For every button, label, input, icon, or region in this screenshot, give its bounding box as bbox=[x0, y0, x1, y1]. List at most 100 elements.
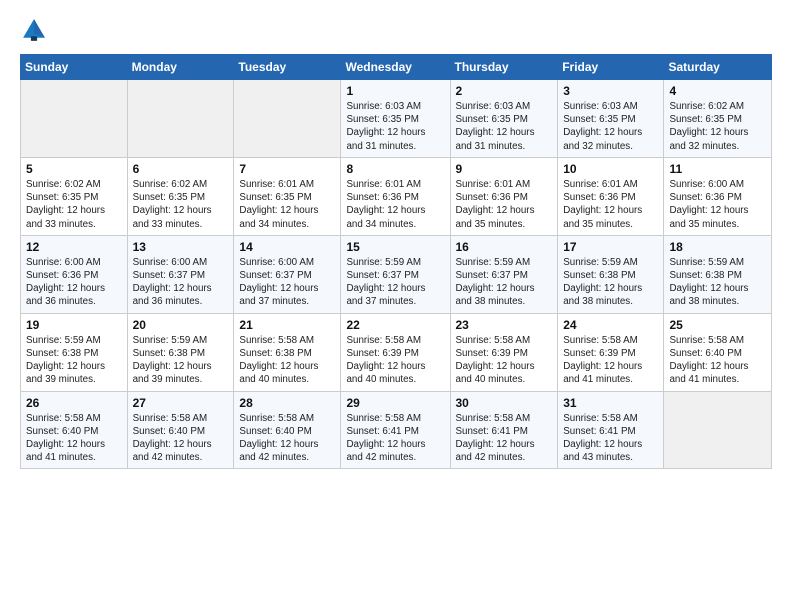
calendar-cell: 5 Sunrise: 6:02 AMSunset: 6:35 PMDaylight… bbox=[21, 157, 128, 235]
calendar-cell: 4 Sunrise: 6:02 AMSunset: 6:35 PMDaylight… bbox=[664, 80, 772, 158]
calendar-week-1: 1 Sunrise: 6:03 AMSunset: 6:35 PMDaylight… bbox=[21, 80, 772, 158]
day-number: 11 bbox=[669, 162, 766, 176]
page: SundayMondayTuesdayWednesdayThursdayFrid… bbox=[0, 0, 792, 479]
day-number: 9 bbox=[456, 162, 553, 176]
day-number: 27 bbox=[133, 396, 229, 410]
weekday-header-row: SundayMondayTuesdayWednesdayThursdayFrid… bbox=[21, 55, 772, 80]
calendar-cell: 10Sunrise: 6:01 AMSunset: 6:36 PMDayligh… bbox=[558, 157, 664, 235]
day-number: 28 bbox=[239, 396, 335, 410]
day-number: 13 bbox=[133, 240, 229, 254]
calendar-cell: 15Sunrise: 5:59 AMSunset: 6:37 PMDayligh… bbox=[341, 235, 450, 313]
day-number: 25 bbox=[669, 318, 766, 332]
day-number: 30 bbox=[456, 396, 553, 410]
calendar-cell: 23 Sunrise: 5:58 AMSunset: 6:39 PMDayligh… bbox=[450, 313, 558, 391]
calendar-cell bbox=[664, 391, 772, 469]
calendar-table: SundayMondayTuesdayWednesdayThursdayFrid… bbox=[20, 54, 772, 469]
day-info: Sunrise: 6:03 AMSunset: 6:35 PMDaylight:… bbox=[456, 100, 553, 153]
weekday-header-monday: Monday bbox=[127, 55, 234, 80]
calendar-week-3: 12 Sunrise: 6:00 AMSunset: 6:36 PMDayligh… bbox=[21, 235, 772, 313]
calendar-cell: 8 Sunrise: 6:01 AMSunset: 6:36 PMDaylight… bbox=[341, 157, 450, 235]
calendar-cell bbox=[234, 80, 341, 158]
day-info: Sunrise: 5:59 AMSunset: 6:38 PMDaylight:… bbox=[133, 334, 229, 387]
day-info: Sunrise: 5:58 AMSunset: 6:39 PMDaylight:… bbox=[563, 334, 658, 387]
calendar-cell: 22 Sunrise: 5:58 AMSunset: 6:39 PMDayligh… bbox=[341, 313, 450, 391]
calendar-cell: 19 Sunrise: 5:59 AMSunset: 6:38 PMDayligh… bbox=[21, 313, 128, 391]
day-info: Sunrise: 6:01 AMSunset: 6:36 PMDaylight:… bbox=[563, 178, 658, 231]
calendar-cell: 11Sunrise: 6:00 AMSunset: 6:36 PMDayligh… bbox=[664, 157, 772, 235]
calendar-cell: 6 Sunrise: 6:02 AMSunset: 6:35 PMDaylight… bbox=[127, 157, 234, 235]
calendar-cell: 21 Sunrise: 5:58 AMSunset: 6:38 PMDayligh… bbox=[234, 313, 341, 391]
day-number: 12 bbox=[26, 240, 122, 254]
calendar-cell: 26Sunrise: 5:58 AMSunset: 6:40 PMDayligh… bbox=[21, 391, 128, 469]
calendar-cell bbox=[21, 80, 128, 158]
day-number: 29 bbox=[346, 396, 444, 410]
calendar-cell: 25 Sunrise: 5:58 AMSunset: 6:40 PMDayligh… bbox=[664, 313, 772, 391]
calendar-cell: 3Sunrise: 6:03 AMSunset: 6:35 PMDaylight… bbox=[558, 80, 664, 158]
calendar-cell: 17Sunrise: 5:59 AMSunset: 6:38 PMDayligh… bbox=[558, 235, 664, 313]
day-info: Sunrise: 5:58 AMSunset: 6:40 PMDaylight:… bbox=[669, 334, 766, 387]
weekday-header-friday: Friday bbox=[558, 55, 664, 80]
day-info: Sunrise: 6:01 AMSunset: 6:36 PMDaylight:… bbox=[456, 178, 553, 231]
weekday-header-saturday: Saturday bbox=[664, 55, 772, 80]
day-number: 16 bbox=[456, 240, 553, 254]
header bbox=[20, 16, 772, 44]
calendar-cell: 20 Sunrise: 5:59 AMSunset: 6:38 PMDayligh… bbox=[127, 313, 234, 391]
day-number: 1 bbox=[346, 84, 444, 98]
day-info: Sunrise: 6:02 AMSunset: 6:35 PMDaylight:… bbox=[133, 178, 229, 231]
weekday-header-tuesday: Tuesday bbox=[234, 55, 341, 80]
logo bbox=[20, 16, 50, 44]
day-number: 18 bbox=[669, 240, 766, 254]
calendar-week-4: 19 Sunrise: 5:59 AMSunset: 6:38 PMDayligh… bbox=[21, 313, 772, 391]
calendar-cell: 9 Sunrise: 6:01 AMSunset: 6:36 PMDaylight… bbox=[450, 157, 558, 235]
day-info: Sunrise: 5:58 AMSunset: 6:39 PMDaylight:… bbox=[456, 334, 553, 387]
day-info: Sunrise: 6:03 AMSunset: 6:35 PMDaylight:… bbox=[346, 100, 444, 153]
calendar-cell: 14 Sunrise: 6:00 AMSunset: 6:37 PMDayligh… bbox=[234, 235, 341, 313]
day-number: 7 bbox=[239, 162, 335, 176]
day-number: 31 bbox=[563, 396, 658, 410]
day-info: Sunrise: 6:02 AMSunset: 6:35 PMDaylight:… bbox=[26, 178, 122, 231]
calendar-cell: 27 Sunrise: 5:58 AMSunset: 6:40 PMDayligh… bbox=[127, 391, 234, 469]
weekday-header-wednesday: Wednesday bbox=[341, 55, 450, 80]
day-number: 5 bbox=[26, 162, 122, 176]
day-info: Sunrise: 6:00 AMSunset: 6:36 PMDaylight:… bbox=[26, 256, 122, 309]
calendar-cell: 31Sunrise: 5:58 AMSunset: 6:41 PMDayligh… bbox=[558, 391, 664, 469]
day-number: 8 bbox=[346, 162, 444, 176]
day-info: Sunrise: 5:58 AMSunset: 6:39 PMDaylight:… bbox=[346, 334, 444, 387]
day-info: Sunrise: 5:58 AMSunset: 6:40 PMDaylight:… bbox=[239, 412, 335, 465]
day-number: 22 bbox=[346, 318, 444, 332]
day-number: 23 bbox=[456, 318, 553, 332]
calendar-week-2: 5 Sunrise: 6:02 AMSunset: 6:35 PMDaylight… bbox=[21, 157, 772, 235]
logo-icon bbox=[20, 16, 48, 44]
day-number: 6 bbox=[133, 162, 229, 176]
day-info: Sunrise: 5:58 AMSunset: 6:40 PMDaylight:… bbox=[133, 412, 229, 465]
calendar-cell: 1 Sunrise: 6:03 AMSunset: 6:35 PMDaylight… bbox=[341, 80, 450, 158]
day-number: 20 bbox=[133, 318, 229, 332]
day-info: Sunrise: 5:59 AMSunset: 6:37 PMDaylight:… bbox=[456, 256, 553, 309]
day-number: 14 bbox=[239, 240, 335, 254]
day-number: 19 bbox=[26, 318, 122, 332]
day-info: Sunrise: 5:58 AMSunset: 6:38 PMDaylight:… bbox=[239, 334, 335, 387]
day-info: Sunrise: 6:01 AMSunset: 6:35 PMDaylight:… bbox=[239, 178, 335, 231]
day-info: Sunrise: 6:00 AMSunset: 6:37 PMDaylight:… bbox=[239, 256, 335, 309]
day-info: Sunrise: 5:59 AMSunset: 6:38 PMDaylight:… bbox=[669, 256, 766, 309]
day-number: 24 bbox=[563, 318, 658, 332]
calendar-cell: 13 Sunrise: 6:00 AMSunset: 6:37 PMDayligh… bbox=[127, 235, 234, 313]
day-number: 4 bbox=[669, 84, 766, 98]
weekday-header-thursday: Thursday bbox=[450, 55, 558, 80]
weekday-header-sunday: Sunday bbox=[21, 55, 128, 80]
day-info: Sunrise: 6:01 AMSunset: 6:36 PMDaylight:… bbox=[346, 178, 444, 231]
calendar-cell: 7 Sunrise: 6:01 AMSunset: 6:35 PMDaylight… bbox=[234, 157, 341, 235]
day-info: Sunrise: 6:00 AMSunset: 6:37 PMDaylight:… bbox=[133, 256, 229, 309]
day-info: Sunrise: 5:59 AMSunset: 6:38 PMDaylight:… bbox=[26, 334, 122, 387]
calendar-cell: 12 Sunrise: 6:00 AMSunset: 6:36 PMDayligh… bbox=[21, 235, 128, 313]
day-info: Sunrise: 6:02 AMSunset: 6:35 PMDaylight:… bbox=[669, 100, 766, 153]
day-info: Sunrise: 5:58 AMSunset: 6:41 PMDaylight:… bbox=[456, 412, 553, 465]
calendar-cell: 18 Sunrise: 5:59 AMSunset: 6:38 PMDayligh… bbox=[664, 235, 772, 313]
calendar-cell: 29Sunrise: 5:58 AMSunset: 6:41 PMDayligh… bbox=[341, 391, 450, 469]
day-number: 21 bbox=[239, 318, 335, 332]
day-info: Sunrise: 5:58 AMSunset: 6:40 PMDaylight:… bbox=[26, 412, 122, 465]
day-number: 15 bbox=[346, 240, 444, 254]
calendar-cell: 28 Sunrise: 5:58 AMSunset: 6:40 PMDayligh… bbox=[234, 391, 341, 469]
calendar-cell: 30 Sunrise: 5:58 AMSunset: 6:41 PMDayligh… bbox=[450, 391, 558, 469]
day-number: 3 bbox=[563, 84, 658, 98]
